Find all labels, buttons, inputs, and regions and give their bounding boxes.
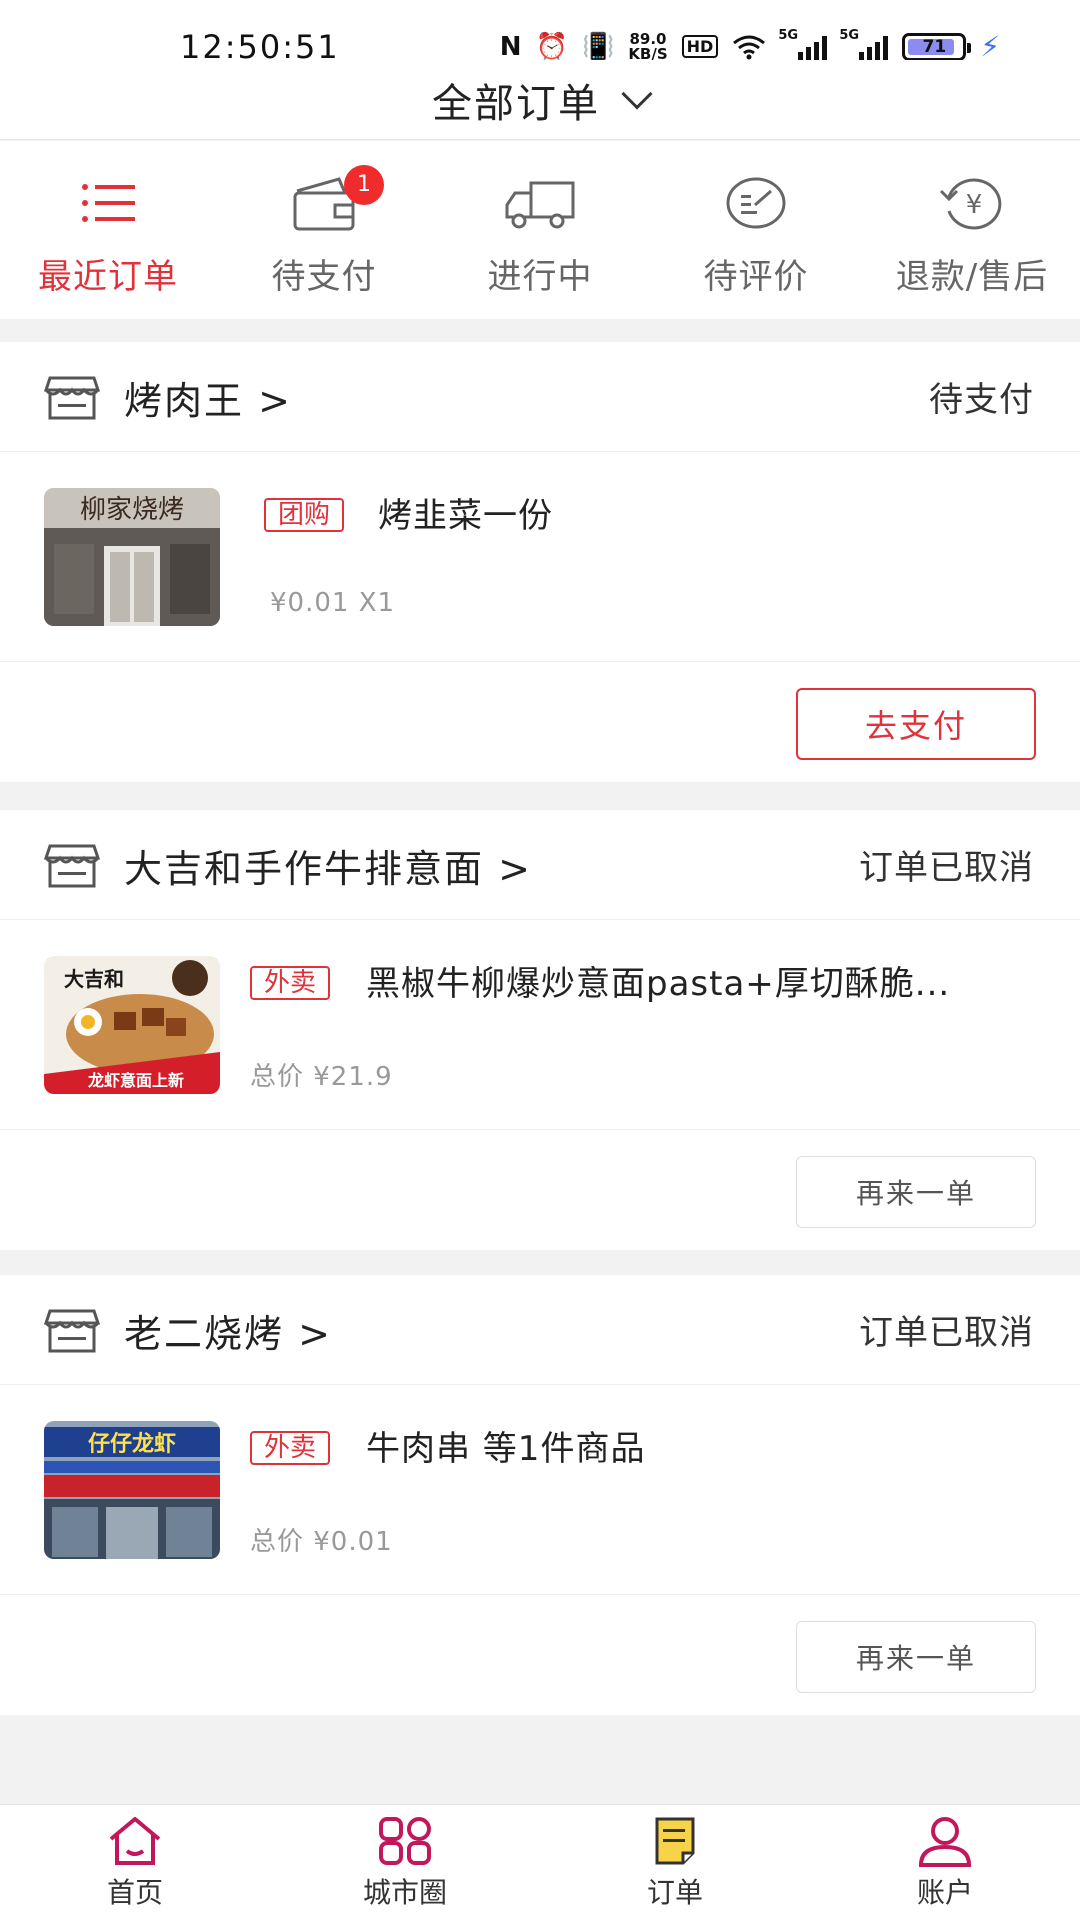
order-status: 订单已取消 bbox=[859, 1313, 1034, 1353]
tab-label: 退款/售后 bbox=[895, 257, 1049, 297]
store-icon bbox=[44, 376, 100, 420]
tab-to-review[interactable]: 待评价 bbox=[648, 141, 864, 319]
svg-text:龙虾意面上新: 龙虾意面上新 bbox=[87, 1071, 184, 1090]
tab-in-progress[interactable]: 进行中 bbox=[432, 141, 648, 319]
order-icon bbox=[655, 1817, 695, 1865]
order-item[interactable]: 柳家烧烤 团购 烤韭菜一份 ¥0.01 X1 bbox=[0, 452, 1080, 662]
nav-account[interactable]: 账户 bbox=[810, 1805, 1080, 1920]
tab-label: 待评价 bbox=[703, 257, 809, 297]
truck-icon bbox=[505, 181, 575, 229]
battery-icon: 71 bbox=[902, 32, 972, 61]
tab-pending-payment[interactable]: 1 待支付 bbox=[216, 141, 432, 319]
order-actions: 再来一单 bbox=[0, 1595, 1080, 1715]
svg-text:大吉和: 大吉和 bbox=[64, 967, 124, 991]
nfc-icon: N bbox=[499, 31, 522, 62]
nav-label: 首页 bbox=[106, 1876, 163, 1909]
reorder-button[interactable]: 再来一单 bbox=[796, 1621, 1036, 1693]
home-icon bbox=[109, 1817, 161, 1865]
charging-icon: ⚡ bbox=[980, 30, 1000, 63]
item-name: 烤韭菜一份 bbox=[378, 496, 553, 536]
vibrate-icon: 📳 bbox=[581, 31, 615, 62]
store-name[interactable]: 烤肉王 > bbox=[124, 370, 292, 425]
reorder-button[interactable]: 再来一单 bbox=[796, 1156, 1036, 1228]
hd-icon: HD bbox=[681, 35, 719, 58]
order-actions: 去支付 bbox=[0, 662, 1080, 782]
store-icon bbox=[44, 1309, 100, 1353]
order-item[interactable]: 大吉和 龙虾意面上新 外卖 黑椒牛柳爆炒意面pasta+厚切酥脆... 总价 ¥… bbox=[0, 920, 1080, 1130]
order-item[interactable]: 仔仔龙虾 外卖 牛肉串 等1件商品 总价 ¥0.01 bbox=[0, 1385, 1080, 1595]
item-name: 牛肉串 等1件商品 bbox=[366, 1429, 646, 1469]
wifi-icon bbox=[733, 35, 766, 59]
order-status: 订单已取消 bbox=[859, 848, 1034, 888]
bottom-nav: 首页 城市圈 订单 账户 bbox=[0, 1804, 1080, 1920]
page-title[interactable]: 全部订单 bbox=[432, 71, 600, 129]
svg-text:柳家烧烤: 柳家烧烤 bbox=[80, 495, 184, 525]
nav-label: 城市圈 bbox=[362, 1876, 447, 1909]
item-price: 总价 ¥0.01 bbox=[250, 1527, 393, 1557]
order-type-tag: 外卖 bbox=[250, 1431, 331, 1465]
svg-text:仔仔龙虾: 仔仔龙虾 bbox=[88, 1431, 176, 1457]
order-header[interactable]: 烤肉王 > 待支付 bbox=[0, 342, 1080, 452]
account-icon bbox=[918, 1817, 972, 1867]
net-speed: 89.0 KB/S bbox=[628, 29, 668, 63]
review-icon bbox=[726, 177, 786, 229]
chevron-down-icon[interactable] bbox=[621, 77, 653, 110]
store-name[interactable]: 大吉和手作牛排意面 > bbox=[124, 838, 532, 893]
svg-text:¥: ¥ bbox=[966, 190, 983, 220]
order-status: 待支付 bbox=[929, 380, 1034, 420]
nav-label: 账户 bbox=[916, 1876, 973, 1909]
city-circle-icon bbox=[379, 1817, 431, 1865]
refund-icon: ¥ bbox=[939, 178, 1002, 230]
tab-recent-orders[interactable]: 最近订单 bbox=[0, 141, 216, 319]
store-icon bbox=[44, 844, 100, 888]
nav-city-circle[interactable]: 城市圈 bbox=[270, 1805, 540, 1920]
tab-label: 最近订单 bbox=[38, 257, 178, 297]
tab-label: 待支付 bbox=[271, 257, 377, 297]
header[interactable]: 全部订单 bbox=[0, 60, 1080, 140]
item-name: 黑椒牛柳爆炒意面pasta+厚切酥脆... bbox=[366, 964, 951, 1004]
tab-label: 进行中 bbox=[487, 257, 593, 297]
product-image: 仔仔龙虾 bbox=[44, 1421, 220, 1559]
item-price: 总价 ¥21.9 bbox=[250, 1062, 393, 1092]
order-card: 烤肉王 > 待支付 柳家烧烤 团购 烤韭菜一份 ¥0.01 X1 去支付 bbox=[0, 342, 1080, 782]
product-image: 大吉和 龙虾意面上新 bbox=[44, 956, 220, 1094]
order-card: 大吉和手作牛排意面 > 订单已取消 大吉和 龙虾意面上新 外卖 黑椒牛柳爆炒意面… bbox=[0, 810, 1080, 1250]
nav-orders[interactable]: 订单 bbox=[540, 1805, 810, 1920]
signal-icon: 5G bbox=[839, 28, 889, 60]
product-image: 柳家烧烤 bbox=[44, 488, 220, 626]
nav-label: 订单 bbox=[646, 1876, 703, 1909]
item-price: ¥0.01 X1 bbox=[270, 588, 396, 618]
tab-refund[interactable]: ¥ 退款/售后 bbox=[864, 141, 1080, 319]
order-actions: 再来一单 bbox=[0, 1130, 1080, 1250]
order-tabs: 最近订单 1 待支付 进行中 待评价 ¥ 退款/售后 bbox=[0, 141, 1080, 319]
order-type-tag: 团购 bbox=[264, 498, 345, 532]
order-header[interactable]: 老二烧烤 > 订单已取消 bbox=[0, 1275, 1080, 1385]
signal-icon: 5G bbox=[778, 28, 828, 60]
list-icon bbox=[82, 184, 135, 222]
store-name[interactable]: 老二烧烤 > bbox=[124, 1303, 332, 1358]
pay-button[interactable]: 去支付 bbox=[796, 688, 1036, 760]
order-header[interactable]: 大吉和手作牛排意面 > 订单已取消 bbox=[0, 810, 1080, 920]
status-icons: N ⏰ 📳 89.0 KB/S HD 5G 5G 71 ⚡ bbox=[499, 28, 1000, 64]
order-type-tag: 外卖 bbox=[250, 966, 331, 1000]
nav-home[interactable]: 首页 bbox=[0, 1805, 270, 1920]
alarm-icon: ⏰ bbox=[535, 31, 568, 62]
unread-badge: 1 bbox=[344, 165, 384, 205]
order-card: 老二烧烤 > 订单已取消 仔仔龙虾 外卖 牛肉串 等1件商品 总价 ¥0.01 … bbox=[0, 1275, 1080, 1715]
